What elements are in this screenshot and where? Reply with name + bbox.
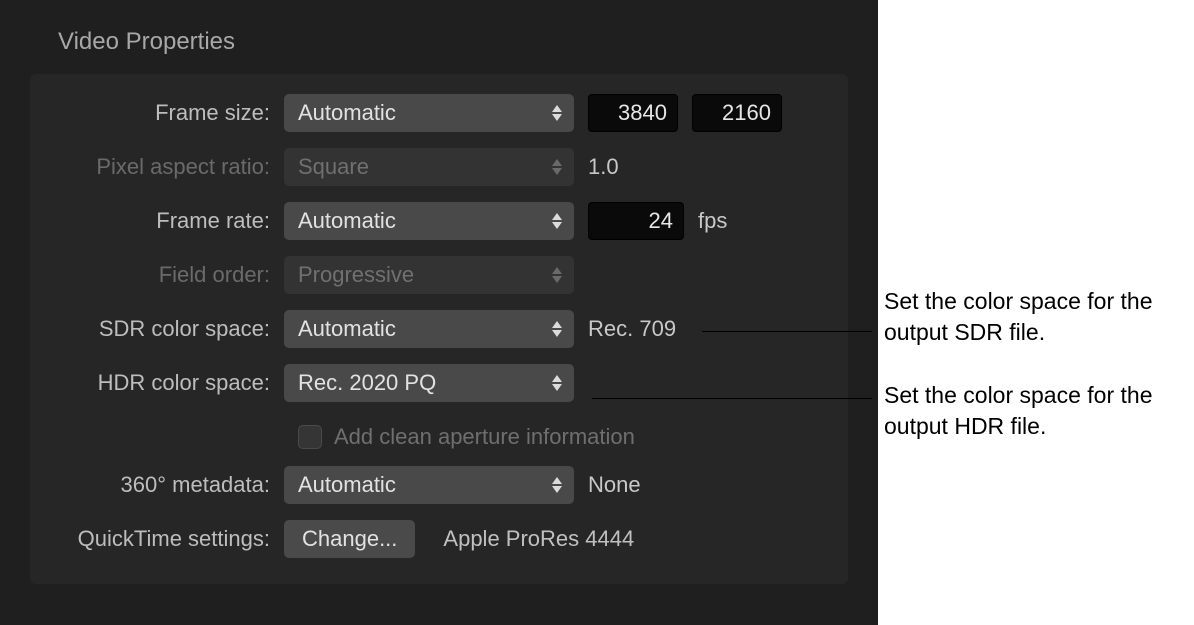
panel-body: Frame size: Automatic 3840 2160 Pixel as… (30, 74, 848, 584)
row-360-metadata: 360° metadata: Automatic None (54, 464, 824, 506)
field-order-select: Progressive (284, 256, 574, 294)
panel-title: Video Properties (58, 28, 848, 56)
updown-arrows-icon (546, 207, 568, 235)
updown-arrows-icon (546, 369, 568, 397)
quicktime-settings-label: QuickTime settings: (54, 526, 284, 552)
leader-line-hdr (592, 398, 872, 399)
pixel-aspect-value: 1.0 (588, 154, 619, 180)
updown-arrows-icon (546, 99, 568, 127)
frame-size-select-value: Automatic (298, 100, 396, 126)
pixel-aspect-label: Pixel aspect ratio: (54, 154, 284, 180)
row-field-order: Field order: Progressive (54, 254, 824, 296)
frame-size-select[interactable]: Automatic (284, 94, 574, 132)
row-quicktime-settings: QuickTime settings: Change... Apple ProR… (54, 518, 824, 560)
sdr-color-space-label: SDR color space: (54, 316, 284, 342)
metadata-360-value: None (588, 472, 641, 498)
hdr-color-space-select[interactable]: Rec. 2020 PQ (284, 364, 574, 402)
frame-rate-unit: fps (698, 208, 727, 234)
row-frame-size: Frame size: Automatic 3840 2160 (54, 92, 824, 134)
hdr-color-space-label: HDR color space: (54, 370, 284, 396)
quicktime-codec-readout: Apple ProRes 4444 (443, 526, 634, 552)
metadata-360-select[interactable]: Automatic (284, 466, 574, 504)
frame-rate-label: Frame rate: (54, 208, 284, 234)
sdr-color-space-readout: Rec. 709 (588, 316, 676, 342)
updown-arrows-icon (546, 471, 568, 499)
metadata-360-select-value: Automatic (298, 472, 396, 498)
callout-hdr: Set the color space for the output HDR f… (884, 380, 1194, 442)
frame-rate-select-value: Automatic (298, 208, 396, 234)
hdr-color-space-value: Rec. 2020 PQ (298, 370, 436, 396)
leader-line-sdr (702, 331, 872, 332)
callout-sdr: Set the color space for the output SDR f… (884, 286, 1194, 348)
metadata-360-label: 360° metadata: (54, 472, 284, 498)
clean-aperture-checkbox[interactable] (298, 425, 322, 449)
frame-rate-select[interactable]: Automatic (284, 202, 574, 240)
frame-width-field[interactable]: 3840 (588, 94, 678, 132)
quicktime-change-button[interactable]: Change... (284, 520, 415, 558)
frame-size-label: Frame size: (54, 100, 284, 126)
updown-arrows-icon (546, 315, 568, 343)
clean-aperture-label: Add clean aperture information (334, 424, 635, 450)
updown-arrows-icon (546, 261, 568, 289)
sdr-color-space-value: Automatic (298, 316, 396, 342)
frame-height-field[interactable]: 2160 (692, 94, 782, 132)
row-clean-aperture: Add clean aperture information (298, 424, 824, 450)
row-frame-rate: Frame rate: Automatic 24 fps (54, 200, 824, 242)
pixel-aspect-select: Square (284, 148, 574, 186)
pixel-aspect-select-value: Square (298, 154, 369, 180)
updown-arrows-icon (546, 153, 568, 181)
field-order-label: Field order: (54, 262, 284, 288)
video-properties-panel: Video Properties Frame size: Automatic 3… (0, 0, 878, 625)
field-order-select-value: Progressive (298, 262, 414, 288)
row-sdr-color-space: SDR color space: Automatic Rec. 709 (54, 308, 824, 350)
sdr-color-space-select[interactable]: Automatic (284, 310, 574, 348)
frame-rate-field[interactable]: 24 (588, 202, 684, 240)
row-pixel-aspect: Pixel aspect ratio: Square 1.0 (54, 146, 824, 188)
